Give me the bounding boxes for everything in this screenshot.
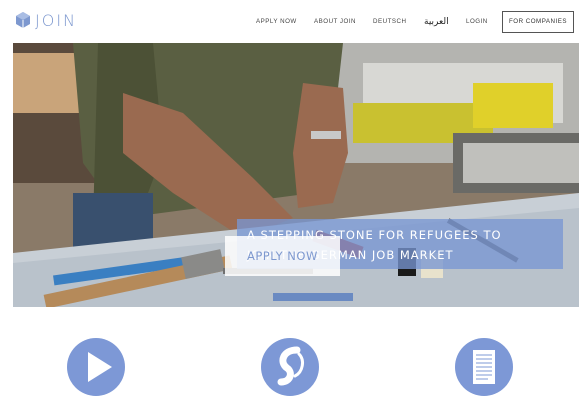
feature-documents[interactable] (455, 338, 513, 396)
site-header: JOIN APPLY NOW ABOUT JOIN DEUTSCH العربي… (0, 0, 579, 43)
for-companies-button[interactable]: FOR COMPANIES (502, 11, 574, 33)
feature-icons-row (0, 307, 579, 413)
hero-apply-now-button[interactable]: APPLY NOW (225, 236, 340, 276)
nav-apply-now[interactable]: APPLY NOW (256, 11, 297, 33)
nav-about-join[interactable]: ABOUT JOIN (314, 11, 356, 33)
document-icon (473, 350, 495, 384)
nav-deutsch[interactable]: DEUTSCH (373, 11, 406, 33)
nav-arabic[interactable]: العربية (424, 11, 449, 33)
nav-login[interactable]: LOGIN (466, 11, 488, 33)
join-swirl-icon (277, 346, 304, 386)
play-icon (88, 352, 112, 382)
join-logo-icon (16, 12, 30, 28)
feature-join[interactable] (261, 338, 319, 396)
feature-video[interactable] (67, 338, 125, 396)
brand-name: JOIN (35, 10, 77, 30)
join-logo[interactable]: JOIN (15, 10, 77, 30)
